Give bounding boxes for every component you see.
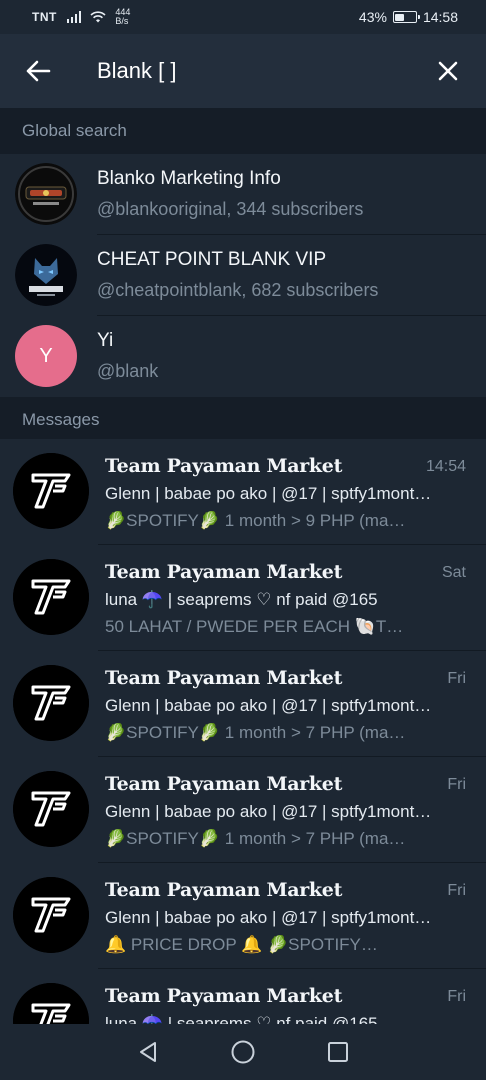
net-speed: 444 B/s xyxy=(115,8,130,26)
group-avatar xyxy=(13,665,89,741)
nav-recents-button[interactable] xyxy=(318,1032,358,1072)
square-recents-icon xyxy=(328,1042,349,1062)
message-preview: 🥬SPOTIFY🥬 1 month > 9 PHP (ma… xyxy=(105,511,406,530)
system-nav-bar xyxy=(0,1024,486,1080)
message-preview: 50 LAHAT / PWEDE PER EACH 🐚T… xyxy=(105,617,404,636)
message-time: Fri xyxy=(447,882,466,899)
channel-avatar xyxy=(15,244,77,306)
result-title: Blanko Marketing Info xyxy=(97,168,281,189)
message-time: Fri xyxy=(447,670,466,687)
global-search-result[interactable]: Blanko Marketing Info @blankooriginal, 3… xyxy=(0,154,486,235)
arrow-left-icon xyxy=(26,60,51,82)
result-subtitle: @cheatpointblank, 682 subscribers xyxy=(97,280,379,300)
message-time: Fri xyxy=(447,776,466,793)
result-title: Yi xyxy=(97,330,114,351)
signal-icon xyxy=(66,11,82,23)
channel-avatar xyxy=(15,163,77,225)
result-subtitle: @blankooriginal, 344 subscribers xyxy=(97,199,364,219)
group-avatar xyxy=(13,877,89,953)
circle-home-icon xyxy=(231,1040,255,1064)
global-search-header: Global search xyxy=(0,108,486,154)
status-bar-left: TNT 444 B/s xyxy=(32,8,130,26)
nav-home-button[interactable] xyxy=(223,1032,263,1072)
net-speed-unit: B/s xyxy=(115,16,129,26)
back-button[interactable] xyxy=(0,34,76,108)
message-preview: 🔔 PRICE DROP 🔔 🥬SPOTIFY… xyxy=(105,935,378,954)
message-time: Fri xyxy=(447,988,466,1005)
message-preview: 🥬SPOTIFY🥬 1 month > 7 PHP (ma… xyxy=(105,723,406,742)
clock: 14:58 xyxy=(422,9,458,25)
message-chat-title: Team Payaman Market xyxy=(105,985,343,1007)
carrier-label: TNT xyxy=(32,10,57,24)
close-icon xyxy=(438,61,458,81)
group-avatar xyxy=(13,559,89,635)
clear-search-button[interactable] xyxy=(410,34,486,108)
global-search-result[interactable]: CHEAT POINT BLANK VIP @cheatpointblank, … xyxy=(0,235,486,316)
search-input[interactable] xyxy=(76,34,410,108)
battery-icon xyxy=(392,11,420,23)
wifi-icon xyxy=(90,11,106,23)
message-result[interactable]: Team Payaman Market Fri Glenn | babae po a… xyxy=(0,863,486,969)
message-result[interactable]: Team Payaman Market 14:54 Glenn | babae po… xyxy=(0,439,486,545)
message-chat-title: Team Payaman Market xyxy=(105,667,343,689)
message-result[interactable]: Team Payaman Market Fri Glenn | babae po a… xyxy=(0,757,486,863)
message-time: 14:54 xyxy=(425,458,466,475)
message-chat-title: Team Payaman Market xyxy=(105,561,343,583)
message-time: Sat xyxy=(441,564,466,581)
status-bar: TNT 444 B/s 43% 14:58 xyxy=(0,0,486,34)
message-preview: 🥬SPOTIFY🥬 1 month > 7 PHP (ma… xyxy=(105,829,406,848)
message-sender-line: Glenn | babae po ako | @17 | sptfy1mont… xyxy=(105,696,432,715)
result-title: CHEAT POINT BLANK VIP xyxy=(97,249,327,270)
message-result[interactable]: Team Payaman Market Fri Glenn | babae po a… xyxy=(0,651,486,757)
search-app-bar xyxy=(0,34,486,108)
battery-level-fill xyxy=(395,13,404,21)
message-chat-title: Team Payaman Market xyxy=(105,879,343,901)
status-bar-right: 43% 14:58 xyxy=(359,9,458,25)
message-sender-line: Glenn | babae po ako | @17 | sptfy1mont… xyxy=(105,908,432,927)
message-sender-line: luna ☂️ | seaprems ♡ nf paid @165 xyxy=(105,590,378,609)
message-result[interactable]: Team Payaman Market Sat luna ☂️ | seaprems… xyxy=(0,545,486,651)
nav-back-button[interactable] xyxy=(128,1032,168,1072)
result-subtitle: @blank xyxy=(97,361,159,381)
global-search-result[interactable]: Y Yi @blank xyxy=(0,316,486,397)
triangle-back-icon xyxy=(139,1042,156,1062)
messages-header: Messages xyxy=(0,397,486,443)
message-chat-title: Team Payaman Market xyxy=(105,455,343,477)
group-avatar xyxy=(13,771,89,847)
group-avatar xyxy=(13,453,89,529)
message-chat-title: Team Payaman Market xyxy=(105,773,343,795)
letter-avatar: Y xyxy=(15,325,77,387)
message-sender-line: Glenn | babae po ako | @17 | sptfy1mont… xyxy=(105,802,432,821)
battery-percent: 43% xyxy=(358,9,387,25)
message-sender-line: Glenn | babae po ako | @17 | sptfy1mont… xyxy=(105,484,432,503)
